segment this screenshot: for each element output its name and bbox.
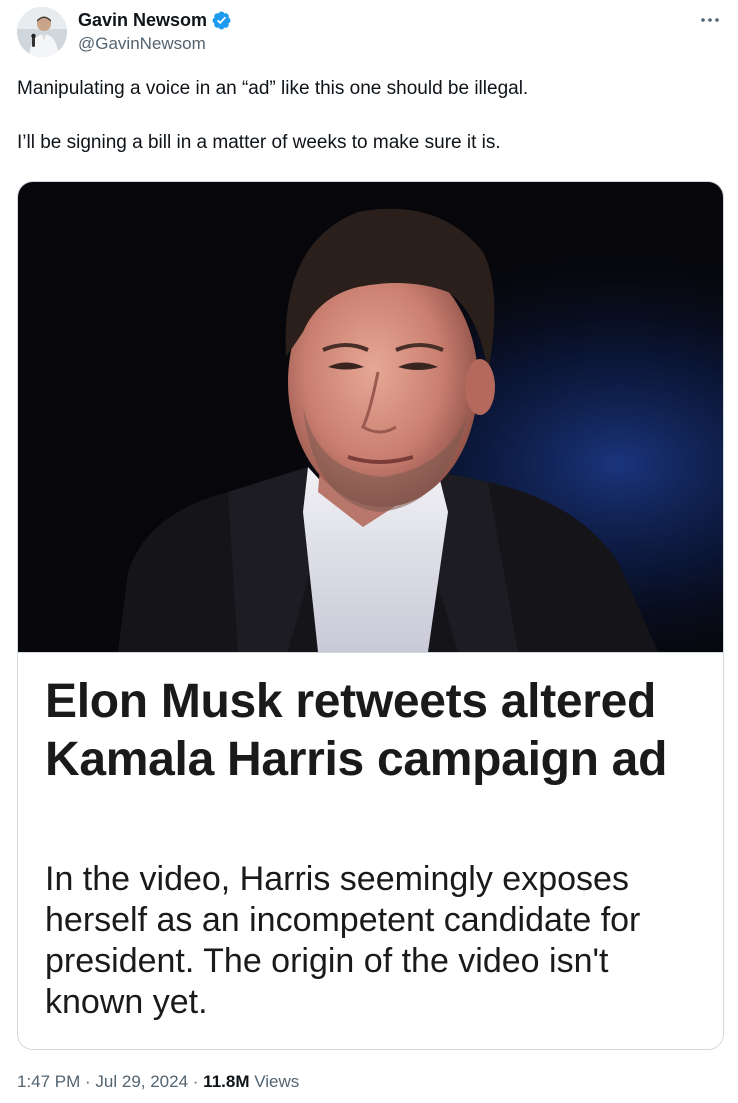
- card-photo[interactable]: [18, 182, 724, 652]
- more-horizontal-icon[interactable]: [699, 9, 721, 31]
- meta-separator: ·: [80, 1072, 96, 1091]
- tweet-line-2: I’ll be signing a bill in a matter of we…: [17, 132, 501, 153]
- tweet-date[interactable]: Jul 29, 2024: [95, 1072, 188, 1091]
- author-handle[interactable]: @GavinNewsom: [78, 34, 232, 54]
- card-headline[interactable]: Elon Musk retweets altered Kamala Harris…: [45, 673, 705, 789]
- tweet-time[interactable]: 1:47 PM: [17, 1072, 80, 1091]
- verified-badge-icon[interactable]: [211, 10, 232, 31]
- views-count[interactable]: 11.8M: [203, 1072, 249, 1091]
- tweet-line-1: Manipulating a voice in an “ad” like thi…: [17, 78, 529, 99]
- avatar[interactable]: [17, 7, 67, 57]
- meta-separator-2: ·: [188, 1072, 204, 1091]
- card-summary: In the video, Harris seemingly exposes h…: [45, 860, 641, 1021]
- tweet-text: Manipulating a voice in an “ad” like thi…: [17, 76, 717, 156]
- tweet-metadata: 1:47 PM · Jul 29, 2024 · 11.8M Views: [17, 1072, 299, 1092]
- author-display-name[interactable]: Gavin Newsom: [78, 10, 207, 31]
- link-card[interactable]: Elon Musk retweets altered Kamala Harris…: [17, 181, 724, 1050]
- tweet-header: Gavin Newsom @GavinNewsom: [17, 7, 721, 59]
- card-body[interactable]: Elon Musk retweets altered Kamala Harris…: [18, 652, 723, 1049]
- views-label: Views: [249, 1072, 300, 1091]
